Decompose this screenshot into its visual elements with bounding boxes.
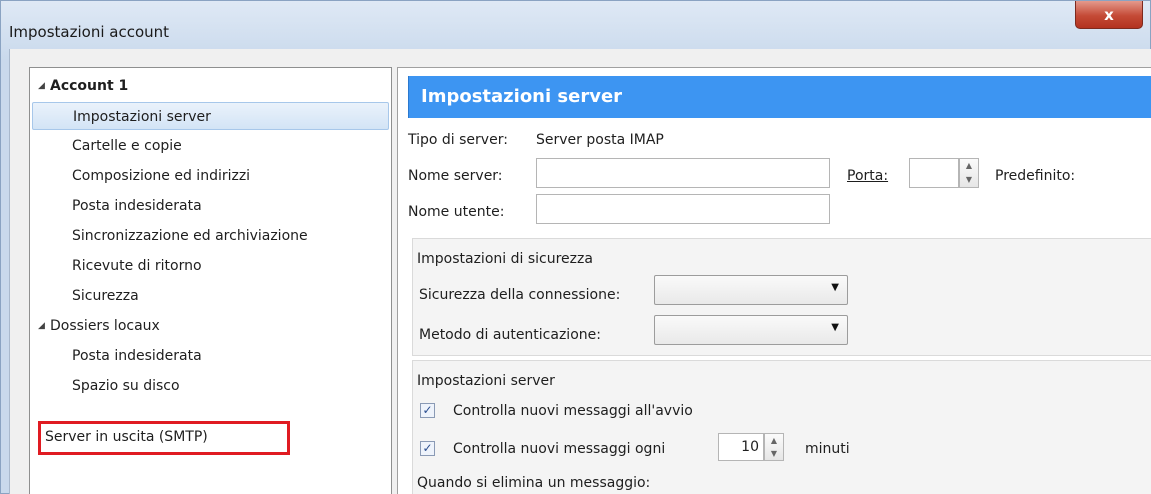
- spin-up-icon[interactable]: ▲: [960, 159, 978, 173]
- port-label: Porta:: [847, 168, 889, 184]
- port-spinner[interactable]: ▲ ▼: [959, 158, 979, 188]
- tree-item-label: Composizione ed indirizzi: [72, 168, 251, 184]
- tree-item-sync-storage[interactable]: Sincronizzazione ed archiviazione: [72, 222, 308, 250]
- window-title: Impostazioni account: [9, 23, 170, 41]
- tree-item-composition[interactable]: Composizione ed indirizzi: [72, 162, 250, 190]
- tree-item-label: Dossiers locaux: [50, 318, 160, 334]
- server-type-label: Tipo di server:: [408, 132, 508, 148]
- tree-item-label: Cartelle e copie: [72, 138, 182, 154]
- account-settings-window: Impostazioni account x ◢ Account 1 Impost…: [0, 0, 1151, 494]
- tree-item-local-junk[interactable]: Posta indesiderata: [72, 342, 202, 370]
- collapse-caret-icon[interactable]: ◢: [38, 72, 50, 100]
- check-startup-label[interactable]: Controlla nuovi messaggi all'avvio: [453, 401, 693, 421]
- collapse-caret-icon[interactable]: ◢: [38, 312, 50, 340]
- username-label: Nome utente:: [408, 204, 505, 220]
- close-icon: x: [1104, 5, 1114, 24]
- check-startup-checkbox[interactable]: ✓: [420, 403, 435, 418]
- tree-item-label: Sincronizzazione ed archiviazione: [72, 228, 308, 244]
- check-interval-input[interactable]: 10: [718, 433, 764, 461]
- settings-panel: Impostazioni server Tipo di server: Serv…: [397, 67, 1151, 494]
- tree-item-label: Spazio su disco: [72, 378, 180, 394]
- tree-item-label: Account 1: [50, 78, 129, 94]
- security-section-title: Impostazioni di sicurezza: [417, 251, 593, 267]
- dropdown-arrow-icon[interactable]: ▼: [831, 322, 839, 333]
- tree-item-account1[interactable]: ◢ Account 1: [38, 72, 128, 100]
- connection-security-select[interactable]: ▼: [654, 275, 848, 305]
- tree-item-label: Server in uscita (SMTP): [45, 429, 208, 445]
- server-section-title: Impostazioni server: [417, 373, 555, 389]
- tree-item-receipts[interactable]: Ricevute di ritorno: [72, 252, 202, 280]
- tree-item-folders-copies[interactable]: Cartelle e copie: [72, 132, 182, 160]
- default-label: Predefinito:: [995, 168, 1076, 184]
- tree-item-label: Posta indesiderata: [72, 198, 202, 214]
- server-type-value: Server posta IMAP: [536, 132, 664, 148]
- connection-security-label: Sicurezza della connessione:: [419, 287, 621, 303]
- tree-item-label: Impostazioni server: [73, 109, 211, 125]
- minutes-label: minuti: [805, 441, 850, 457]
- username-input[interactable]: [536, 194, 830, 224]
- tree-item-security[interactable]: Sicurezza: [72, 282, 139, 310]
- tree-item-disk-space[interactable]: Spazio su disco: [72, 372, 180, 400]
- check-every-label[interactable]: Controlla nuovi messaggi ogni: [453, 439, 665, 459]
- tree-item-label: Ricevute di ritorno: [72, 258, 202, 274]
- tree-item-label: Sicurezza: [72, 288, 139, 304]
- auth-method-label: Metodo di autenticazione:: [419, 327, 601, 343]
- server-settings-group: Impostazioni server ✓ Controlla nuovi me…: [412, 360, 1151, 494]
- spin-up-icon[interactable]: ▲: [765, 434, 783, 447]
- server-name-input[interactable]: [536, 158, 830, 188]
- spin-down-icon[interactable]: ▼: [960, 173, 978, 187]
- spin-down-icon[interactable]: ▼: [765, 447, 783, 460]
- server-name-label: Nome server:: [408, 168, 503, 184]
- tree-item-label: Posta indesiderata: [72, 348, 202, 364]
- check-every-checkbox[interactable]: ✓: [420, 441, 435, 456]
- account-tree: ◢ Account 1 Impostazioni server Cartelle …: [29, 67, 392, 494]
- auth-method-select[interactable]: ▼: [654, 315, 848, 345]
- title-bar: Impostazioni account x: [1, 1, 1151, 49]
- on-delete-label: Quando si elimina un messaggio:: [417, 475, 651, 491]
- port-input[interactable]: [909, 158, 959, 188]
- tree-item-local-folders[interactable]: ◢ Dossiers locaux: [38, 312, 160, 340]
- tree-item-server-settings[interactable]: Impostazioni server: [32, 102, 389, 130]
- security-settings-group: Impostazioni di sicurezza Sicurezza dell…: [412, 238, 1151, 356]
- tree-item-outgoing-smtp[interactable]: Server in uscita (SMTP): [38, 421, 290, 455]
- tree-item-junk[interactable]: Posta indesiderata: [72, 192, 202, 220]
- interval-spinner[interactable]: ▲ ▼: [764, 433, 784, 461]
- close-button[interactable]: x: [1075, 1, 1143, 29]
- dropdown-arrow-icon[interactable]: ▼: [831, 282, 839, 293]
- panel-header: Impostazioni server: [408, 76, 1151, 118]
- dialog-client-area: ◢ Account 1 Impostazioni server Cartelle …: [9, 49, 1151, 494]
